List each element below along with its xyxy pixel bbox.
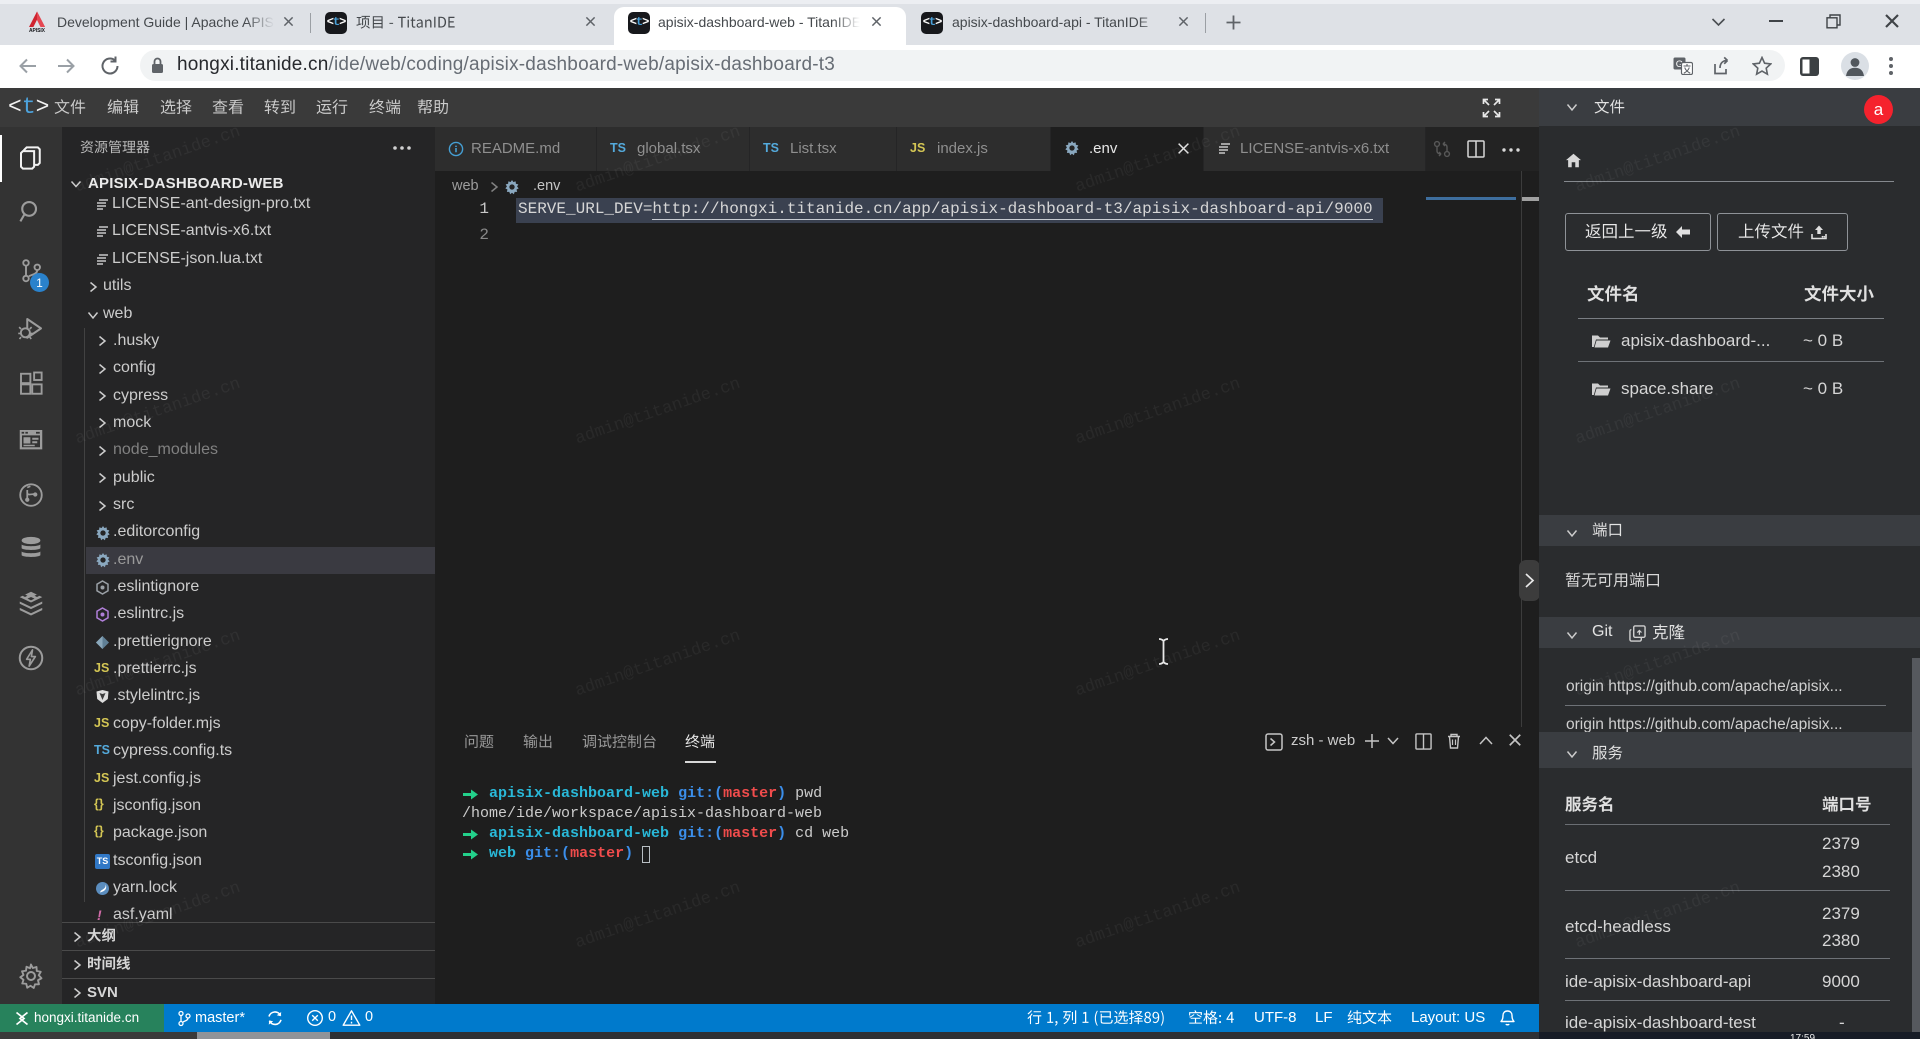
svg-text:APISIX: APISIX [29, 28, 46, 33]
